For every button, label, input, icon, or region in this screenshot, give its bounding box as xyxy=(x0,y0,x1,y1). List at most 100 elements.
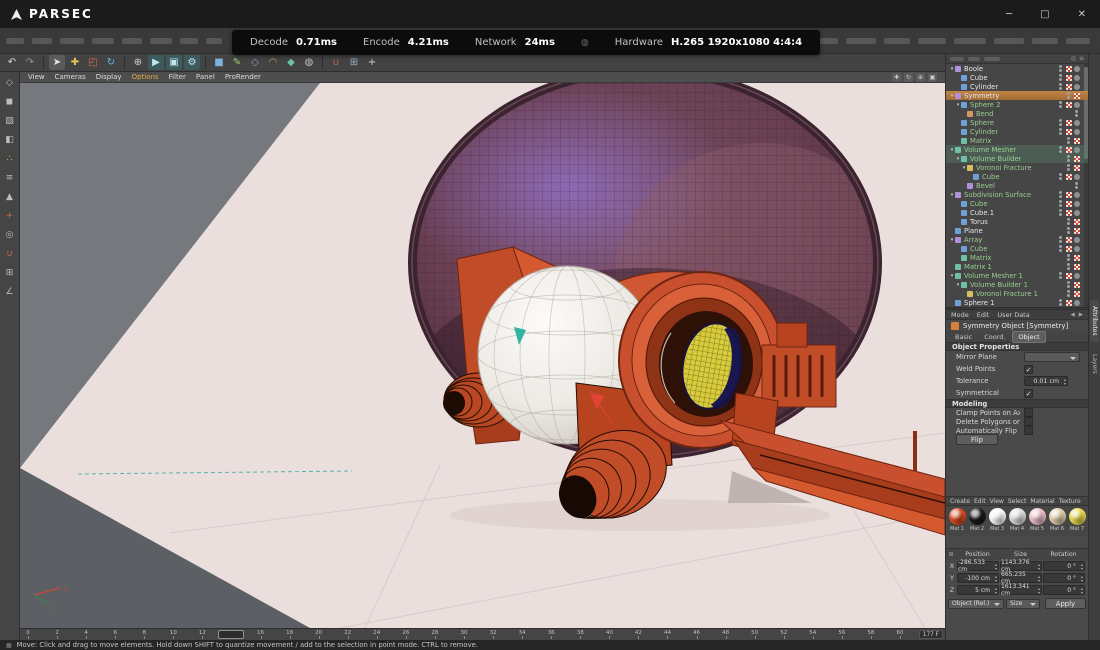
material-tag[interactable] xyxy=(1074,291,1080,297)
menu-item-ghost[interactable] xyxy=(954,38,986,44)
object-row-matrix-1[interactable]: Matrix 1 xyxy=(946,262,1088,271)
position-y-field[interactable]: -100 cm xyxy=(957,573,999,583)
object-row-cylinder[interactable]: Cylinder xyxy=(946,82,1088,91)
back-icon[interactable]: ◀ xyxy=(1071,312,1075,318)
object-row-volume-builder-1[interactable]: ▾Volume Builder 1 xyxy=(946,280,1088,289)
menu-item-ghost[interactable] xyxy=(884,38,910,44)
visibility-toggles[interactable] xyxy=(1059,200,1062,207)
material-menu-select[interactable]: Select xyxy=(1008,498,1027,505)
object-row-volume-builder[interactable]: ▾Volume Builder xyxy=(946,154,1088,163)
visibility-toggles[interactable] xyxy=(1059,173,1062,180)
locked-workplane-icon[interactable]: ⊞ xyxy=(2,266,18,280)
zoom-view-icon[interactable]: ⊕ xyxy=(916,73,925,82)
attr-dropdown-mirror-plane[interactable] xyxy=(1024,352,1080,362)
viewport-menu-prorender[interactable]: ProRender xyxy=(225,73,261,81)
edges-mode-icon[interactable]: ≡ xyxy=(2,171,18,185)
material-swatch[interactable]: Mat 2 xyxy=(968,508,986,536)
material-tag[interactable] xyxy=(1066,210,1072,216)
undo-icon[interactable]: ↶ xyxy=(4,55,20,70)
phong-tag[interactable] xyxy=(1074,300,1080,306)
attr-menu-edit[interactable]: Edit xyxy=(977,311,990,319)
visibility-toggles[interactable] xyxy=(1067,155,1070,162)
orbit-view-icon[interactable]: ↻ xyxy=(904,73,913,82)
redo-icon[interactable]: ↷ xyxy=(22,55,38,70)
material-tag[interactable] xyxy=(1066,102,1072,108)
phong-tag[interactable] xyxy=(1074,84,1080,90)
phong-tag[interactable] xyxy=(1074,273,1080,279)
workplane-mode-icon[interactable]: ◧ xyxy=(2,133,18,147)
timeline-ruler[interactable]: 0246810121416182022242628303234363840424… xyxy=(20,628,945,640)
object-row-cube[interactable]: Cube xyxy=(946,199,1088,208)
position-z-field[interactable]: 5 cm xyxy=(957,585,999,595)
material-tag[interactable] xyxy=(1066,84,1072,90)
material-tag[interactable] xyxy=(1066,201,1072,207)
attr-tab-basic[interactable]: Basic xyxy=(950,332,977,342)
object-row-torus[interactable]: Torus xyxy=(946,217,1088,226)
visibility-toggles[interactable] xyxy=(1067,227,1070,234)
material-menu-create[interactable]: Create xyxy=(950,498,970,505)
material-menu-edit[interactable]: Edit xyxy=(974,498,986,505)
menu-item-ghost[interactable] xyxy=(206,38,222,44)
material-tag[interactable] xyxy=(1066,75,1072,81)
apply-button[interactable]: Apply xyxy=(1045,598,1086,609)
object-row-matrix[interactable]: Matrix xyxy=(946,136,1088,145)
spline-pen-icon[interactable]: ✎ xyxy=(229,55,245,70)
side-tab-attributes[interactable]: Attributes xyxy=(1090,300,1099,342)
phong-tag[interactable] xyxy=(1074,102,1080,108)
attr-tab-coord[interactable]: Coord. xyxy=(979,332,1010,342)
material-tag[interactable] xyxy=(1074,93,1080,99)
material-tag[interactable] xyxy=(1074,228,1080,234)
visibility-toggles[interactable] xyxy=(1059,299,1062,306)
material-tag[interactable] xyxy=(1066,246,1072,252)
visibility-toggles[interactable] xyxy=(1067,254,1070,261)
object-row-cube[interactable]: Cube xyxy=(946,172,1088,181)
object-row-bend[interactable]: Bend xyxy=(946,109,1088,118)
visibility-toggles[interactable] xyxy=(1067,281,1070,288)
material-tag[interactable] xyxy=(1066,66,1072,72)
menu-item-ghost[interactable] xyxy=(918,38,946,44)
material-menu-texture[interactable]: Texture xyxy=(1059,498,1081,505)
model-mode-icon[interactable]: ◼ xyxy=(2,95,18,109)
material-tag[interactable] xyxy=(1074,219,1080,225)
pan-view-icon[interactable]: ✚ xyxy=(892,73,901,82)
phong-tag[interactable] xyxy=(1074,120,1080,126)
visibility-toggles[interactable] xyxy=(1067,92,1070,99)
enable-axis-icon[interactable]: + xyxy=(2,209,18,223)
side-tab-layers[interactable]: Layers xyxy=(1090,348,1099,380)
render-to-picture-icon[interactable]: ▣ xyxy=(166,55,182,70)
object-row-boole[interactable]: ▾Boole xyxy=(946,64,1088,73)
visibility-toggles[interactable] xyxy=(1067,137,1070,144)
object-row-cube[interactable]: Cube xyxy=(946,73,1088,82)
deformers-icon[interactable]: ◠ xyxy=(265,55,281,70)
coordinate-system-icon[interactable]: ⊕ xyxy=(130,55,146,70)
material-swatch[interactable]: Mat 4 xyxy=(1008,508,1026,536)
timeline-playhead[interactable] xyxy=(218,630,244,639)
material-tag[interactable] xyxy=(1066,192,1072,198)
visibility-toggles[interactable] xyxy=(1067,164,1070,171)
visibility-toggles[interactable] xyxy=(1067,218,1070,225)
menu-item-ghost[interactable] xyxy=(60,38,84,44)
material-tag[interactable] xyxy=(1074,165,1080,171)
object-row-array[interactable]: ▾Array xyxy=(946,235,1088,244)
phong-tag[interactable] xyxy=(1074,147,1080,153)
points-mode-icon[interactable]: ∴ xyxy=(2,152,18,166)
visibility-toggles[interactable] xyxy=(1067,263,1070,270)
primitive-cube-icon[interactable]: ■ xyxy=(211,55,227,70)
material-tag[interactable] xyxy=(1074,255,1080,261)
phong-tag[interactable] xyxy=(1074,66,1080,72)
polygons-mode-icon[interactable]: ▲ xyxy=(2,190,18,204)
viewport-filter-icon[interactable]: ◎ xyxy=(2,228,18,242)
visibility-toggles[interactable] xyxy=(1059,236,1062,243)
object-row-volume-mesher[interactable]: ▾Volume Mesher xyxy=(946,145,1088,154)
convert-object-icon[interactable]: ◇ xyxy=(2,76,18,90)
object-row-voronoi-fracture-1[interactable]: Voronoi Fracture 1 xyxy=(946,289,1088,298)
size-x-field[interactable]: 1143.376 cm xyxy=(1000,561,1042,571)
timeline-end-field[interactable]: 177 F xyxy=(919,630,943,639)
om-menu-ghost[interactable] xyxy=(984,57,1000,61)
visibility-toggles[interactable] xyxy=(1059,101,1062,108)
menu-item-ghost[interactable] xyxy=(1066,38,1090,44)
position-x-field[interactable]: -286.533 cm xyxy=(957,561,999,571)
material-tag[interactable] xyxy=(1074,264,1080,270)
quantize-icon[interactable]: ∠ xyxy=(2,285,18,299)
visibility-toggles[interactable] xyxy=(1059,83,1062,90)
